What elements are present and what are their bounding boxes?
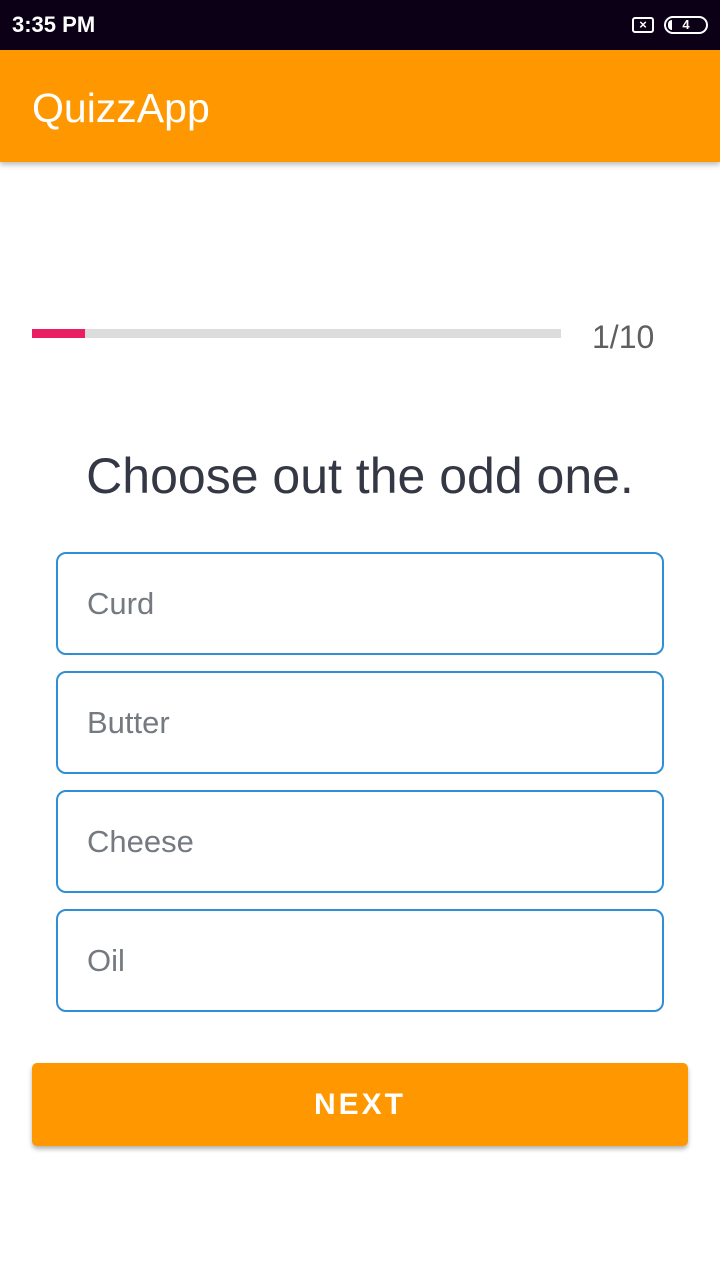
status-bar: 3:35 PM × 4 bbox=[0, 0, 720, 50]
option-label: Curd bbox=[87, 586, 155, 621]
battery-level: 4 bbox=[682, 17, 690, 32]
status-icons: × 4 bbox=[632, 14, 708, 36]
progress-text: 1/10 bbox=[592, 319, 655, 355]
progress-bar bbox=[32, 329, 561, 338]
app-title: QuizzApp bbox=[32, 85, 210, 131]
battery-icon: 4 bbox=[664, 16, 708, 34]
sim-x-icon: × bbox=[632, 17, 654, 33]
progress-fill bbox=[32, 329, 85, 338]
option-label: Cheese bbox=[87, 824, 194, 859]
app-bar: QuizzApp bbox=[0, 50, 720, 162]
option-cheese[interactable]: Cheese bbox=[56, 790, 664, 893]
option-butter[interactable]: Butter bbox=[56, 671, 664, 774]
option-label: Oil bbox=[87, 943, 125, 978]
option-curd[interactable]: Curd bbox=[56, 552, 664, 655]
battery-fill bbox=[668, 20, 672, 30]
option-label: Butter bbox=[87, 705, 170, 740]
status-time: 3:35 PM bbox=[12, 12, 96, 37]
next-button[interactable]: NEXT bbox=[32, 1063, 688, 1146]
question-text: Choose out the odd one. bbox=[86, 448, 634, 504]
option-oil[interactable]: Oil bbox=[56, 909, 664, 1012]
next-button-label: NEXT bbox=[313, 1087, 406, 1121]
